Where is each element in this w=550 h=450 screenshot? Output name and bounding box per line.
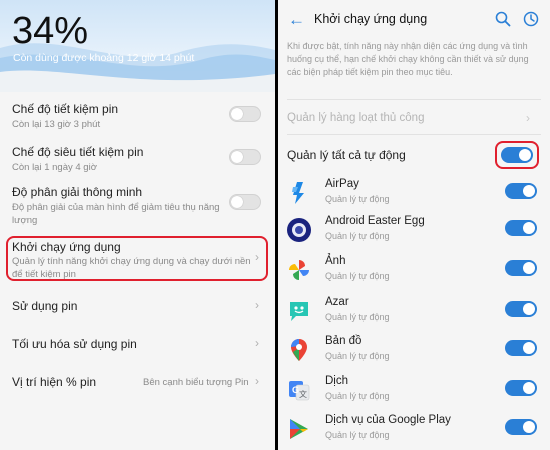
auto-manage-all-label: Quản lý tất cả tự động <box>287 148 406 162</box>
app-status: Quản lý tự động <box>325 391 390 401</box>
history-clock-icon[interactable] <box>523 11 539 27</box>
app-name: Android Easter Egg <box>325 215 425 227</box>
app-row-android-easter-egg[interactable]: Android Easter Egg Quản lý tự động <box>278 213 550 253</box>
battery-header: 34% Còn dùng được khoảng 12 giờ 14 phút <box>0 0 275 92</box>
chevron-right-icon: › <box>255 298 259 312</box>
app-name: AirPay <box>325 178 359 190</box>
android-easter-egg-icon <box>287 218 311 242</box>
app-toggle[interactable] <box>505 301 537 317</box>
app-row-google-play-services[interactable]: Dịch vụ của Google Play Quản lý tự động <box>278 412 550 450</box>
battery-remaining-time: Còn dùng được khoảng 12 giờ 14 phút <box>13 52 195 64</box>
app-toggle[interactable] <box>505 220 537 236</box>
app-name: Dịch vụ của Google Play <box>325 414 451 426</box>
smart-resolution-toggle[interactable] <box>229 194 261 210</box>
search-icon[interactable] <box>495 11 511 27</box>
app-status: Quản lý tự động <box>325 271 390 281</box>
battery-settings-panel: 34% Còn dùng được khoảng 12 giờ 14 phút … <box>0 0 275 450</box>
app-toggle[interactable] <box>505 380 537 396</box>
page-title: Khởi chạy ứng dụng <box>314 12 428 26</box>
svg-text:G: G <box>292 385 299 395</box>
setting-title: Sử dụng pin <box>12 299 78 313</box>
app-bar: ← Khởi chạy ứng dụng <box>278 0 550 38</box>
manual-batch-manage[interactable]: Quản lý hàng loạt thủ công <box>287 112 424 124</box>
google-maps-icon <box>291 339 307 361</box>
google-photos-icon <box>289 260 309 280</box>
app-status: Quản lý tự động <box>325 194 390 204</box>
divider <box>287 99 541 100</box>
setting-value: Bên cạnh biểu tượng Pin <box>143 377 249 388</box>
setting-row-smart-resolution[interactable]: Độ phân giải thông minh Độ phân giải của… <box>0 183 275 229</box>
setting-subtitle: Quản lý tính năng khởi chạy ứng dụng và … <box>12 256 251 280</box>
app-row-azar[interactable]: Azar Quản lý tự động <box>278 294 550 334</box>
app-status: Quản lý tự động <box>325 312 390 322</box>
google-play-services-icon <box>290 419 308 439</box>
divider <box>287 134 541 135</box>
setting-subtitle: Độ phân giải của màn hình để giảm tiêu t… <box>12 202 220 226</box>
setting-title: Độ phân giải thông minh <box>12 185 143 199</box>
setting-title: Vị trí hiện % pin <box>12 375 97 389</box>
back-arrow-icon[interactable]: ← <box>288 10 305 30</box>
app-row-translate[interactable]: G 文 Dịch Quản lý tự động <box>278 373 550 413</box>
chevron-right-icon: › <box>255 250 259 264</box>
chevron-right-icon: › <box>526 111 530 125</box>
setting-row-battery-percent-position[interactable]: Vị trí hiện % pin Bên cạnh biểu tượng Pi… <box>0 373 275 395</box>
setting-row-ultra-power-saving[interactable]: Chế độ siêu tiết kiệm pin Còn lại 1 ngày… <box>0 143 275 177</box>
app-name: Ảnh <box>325 255 346 267</box>
setting-row-app-launch[interactable]: Khởi chạy ứng dụng Quản lý tính năng khở… <box>0 238 275 280</box>
app-toggle[interactable] <box>505 340 537 356</box>
app-toggle[interactable] <box>505 260 537 276</box>
app-name: Dịch <box>325 375 349 387</box>
feature-description: Khi được bật, tính năng này nhận diện cá… <box>287 41 529 77</box>
setting-row-optimize-battery[interactable]: Tối ưu hóa sử dụng pin › <box>0 335 275 357</box>
setting-title: Chế độ tiết kiệm pin <box>12 102 119 116</box>
chevron-right-icon: › <box>255 336 259 350</box>
power-saving-toggle[interactable] <box>229 106 261 122</box>
setting-subtitle: Còn lại 13 giờ 3 phút <box>12 119 101 130</box>
setting-title: Tối ưu hóa sử dụng pin <box>12 337 137 351</box>
chevron-right-icon: › <box>255 374 259 388</box>
app-status: Quản lý tự động <box>325 430 390 440</box>
app-toggle[interactable] <box>505 419 537 435</box>
azar-icon <box>290 302 308 321</box>
setting-subtitle: Còn lại 1 ngày 4 giờ <box>12 162 97 173</box>
app-row-photos[interactable]: Ảnh Quản lý tự động <box>278 253 550 293</box>
setting-row-power-saving[interactable]: Chế độ tiết kiệm pin Còn lại 13 giờ 3 ph… <box>0 100 275 134</box>
svg-text:文: 文 <box>299 389 307 399</box>
app-status: Quản lý tự động <box>325 231 390 241</box>
setting-title: Khởi chạy ứng dụng <box>12 240 121 254</box>
app-name: Azar <box>325 296 349 308</box>
ultra-power-saving-toggle[interactable] <box>229 149 261 165</box>
setting-row-battery-usage[interactable]: Sử dụng pin › <box>0 297 275 319</box>
setting-title: Chế độ siêu tiết kiệm pin <box>12 145 144 159</box>
battery-percent: 34% <box>12 10 89 52</box>
app-launch-panel: ← Khởi chạy ứng dụng Khi được bật, tính … <box>278 0 550 450</box>
google-translate-icon: G 文 <box>289 381 310 401</box>
auto-manage-all-toggle[interactable] <box>501 147 533 163</box>
app-name: Bản đồ <box>325 335 362 347</box>
app-status: Quản lý tự động <box>325 351 390 361</box>
app-toggle[interactable] <box>505 183 537 199</box>
app-row-airpay[interactable]: AirPay Quản lý tự động <box>278 176 550 216</box>
airpay-icon <box>292 182 304 204</box>
app-row-maps[interactable]: Bản đồ Quản lý tự động <box>278 333 550 373</box>
